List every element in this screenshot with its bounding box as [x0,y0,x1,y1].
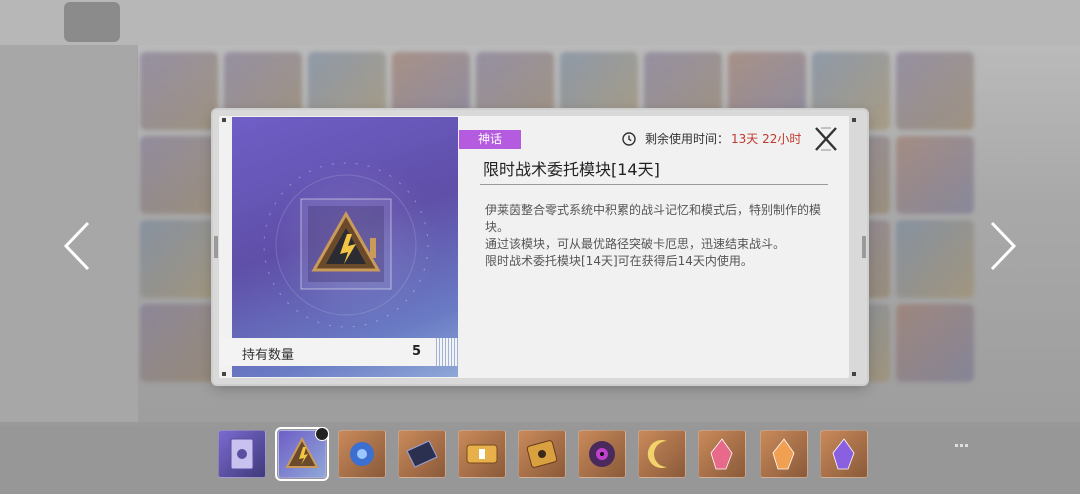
quantity-bar-stripes [436,338,458,366]
frame-corner-mark [852,118,856,122]
quantity-label: 持有数量 [242,348,295,363]
description-line: 通过该模块，可从最优路径突破卡厄思，迅速结束战斗。 [485,237,786,251]
rarity-badge: 神话 [459,130,521,149]
background-topbar [0,0,1080,45]
next-item-button[interactable] [988,220,1018,272]
frame-corner-mark [222,118,226,122]
remaining-time-label: 剩余使用时间： [645,132,730,146]
close-button[interactable] [807,122,845,156]
crescent-moon-icon[interactable] [638,430,686,478]
gold-ticket-icon[interactable] [458,430,506,478]
gold-chip-icon[interactable] [518,430,566,478]
frame-corner-mark [222,372,226,376]
quantity-value: 5 [412,344,422,359]
chevron-left-icon [63,221,90,271]
purple-eye-orb-icon[interactable] [578,430,626,478]
frame-corner-mark [852,372,856,376]
description-line: 限时战术委托模块[14天]可在获得后14天内使用。 [485,254,753,268]
card-item-icon[interactable] [218,430,266,478]
clock-icon [622,131,636,146]
selected-badge-icon [315,427,329,441]
pink-crystal-icon[interactable] [698,430,746,478]
background-avatar [64,2,120,42]
page-indicator [955,432,970,451]
item-description: 伊莱茵整合零式系统中积累的战斗记忆和模式后，特别制作的模块。 通过该模块，可从最… [485,202,825,270]
frame-edge-mark-right [862,236,866,258]
description-line: 伊莱茵整合零式系统中积累的战斗记忆和模式后，特别制作的模块。 [485,203,822,234]
chevron-right-icon [990,221,1017,271]
tactical-module-icon[interactable] [275,427,329,481]
orange-crystal-icon[interactable] [760,430,808,478]
tactical-module-icon [300,198,392,290]
remaining-time-value: 13天 22小时 [731,132,802,146]
purple-crystal-icon[interactable] [820,430,868,478]
close-icon [815,127,837,151]
title-divider [480,184,828,185]
item-name: 限时战术委托模块[14天] [483,160,660,179]
blue-flower-icon[interactable] [338,430,386,478]
frame-edge-mark-left [214,236,218,258]
dark-tablet-icon[interactable] [398,430,446,478]
previous-item-button[interactable] [62,220,92,272]
